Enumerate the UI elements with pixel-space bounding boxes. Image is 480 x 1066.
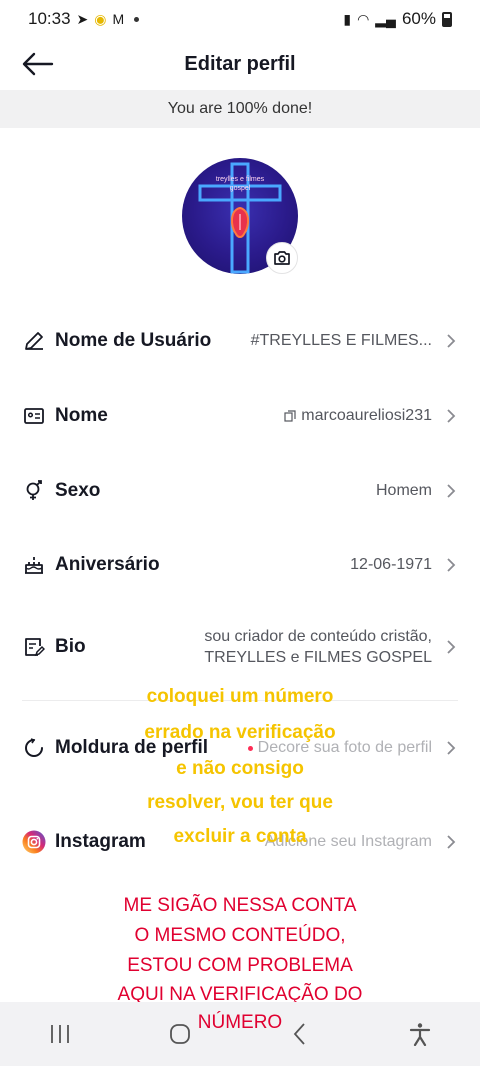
row-label: Nome de Usuário bbox=[55, 330, 212, 351]
chevron-right-icon bbox=[444, 483, 458, 499]
birthday-value: 12-06-1971 bbox=[350, 556, 432, 573]
chevron-right-icon bbox=[444, 639, 458, 655]
divider bbox=[22, 700, 458, 701]
row-bio[interactable]: Bio sou criador de conteúdo cristão, TRE… bbox=[0, 617, 480, 677]
home-icon bbox=[170, 1024, 190, 1044]
row-instagram[interactable]: Instagram Adicione seu Instagram bbox=[0, 817, 480, 867]
profile-photo[interactable]: treylles e filmes gospel bbox=[182, 158, 298, 274]
accessibility-icon bbox=[409, 1023, 431, 1046]
frame-icon bbox=[22, 736, 46, 760]
more-notifications-icon bbox=[134, 16, 140, 22]
gender-icon bbox=[22, 479, 46, 503]
camera-icon bbox=[274, 251, 290, 265]
profile-frame-value: Decore sua foto de perfil bbox=[247, 739, 432, 757]
completion-banner: You are 100% done! bbox=[0, 90, 480, 128]
overlay-caption-yellow-1: coloquei um número bbox=[146, 686, 334, 707]
name-value: marcoaureliosi231 bbox=[284, 407, 432, 425]
signal-icon: ▂▄ bbox=[375, 11, 396, 27]
home-button[interactable] bbox=[150, 1012, 210, 1056]
bio-value: sou criador de conteúdo cristão, TREYLLE… bbox=[204, 626, 432, 668]
pencil-icon bbox=[22, 329, 46, 353]
row-birthday[interactable]: Aniversário 12-06-1971 bbox=[0, 540, 480, 590]
instagram-value: Adicione seu Instagram bbox=[264, 833, 432, 850]
chevron-right-icon bbox=[444, 333, 458, 349]
avatar-caption: treylles e filmes gospel bbox=[182, 175, 298, 193]
profile-frame-value-text: Decore sua foto de perfil bbox=[257, 739, 432, 756]
bio-line-1: sou criador de conteúdo cristão, bbox=[204, 628, 432, 645]
row-label: Aniversário bbox=[55, 554, 160, 575]
back-nav-button[interactable] bbox=[270, 1012, 330, 1056]
overlay-caption-red-1: ME SIGÃO NESSA CONTA bbox=[123, 895, 357, 916]
chevron-right-icon bbox=[444, 740, 458, 756]
status-bar: 10:33 ➤ ◉ M ▮ ◠ ▂▄ 60% bbox=[0, 0, 480, 38]
battery-percent: 60% bbox=[401, 9, 436, 28]
row-label: Moldura de perfil bbox=[55, 737, 209, 758]
chevron-right-icon bbox=[444, 834, 458, 850]
row-profile-frame[interactable]: Moldura de perfil Decore sua foto de per… bbox=[0, 723, 480, 773]
gender-value: Homem bbox=[375, 482, 432, 499]
recent-apps-icon bbox=[51, 1025, 69, 1043]
chevron-right-icon bbox=[444, 557, 458, 573]
chevron-right-icon bbox=[444, 408, 458, 424]
battery-icon bbox=[442, 11, 452, 27]
name-value-text: marcoaureliosi231 bbox=[301, 407, 432, 424]
wifi-icon: ◠ bbox=[357, 11, 370, 27]
recent-apps-button[interactable] bbox=[30, 1012, 90, 1056]
row-gender[interactable]: Sexo Homem bbox=[0, 466, 480, 516]
row-label: Nome bbox=[55, 405, 108, 426]
avatar-caption-line-1: treylles e filmes bbox=[215, 176, 265, 183]
back-button[interactable] bbox=[18, 46, 58, 82]
notification-app-icon: ◉ bbox=[94, 11, 107, 27]
new-badge-dot bbox=[247, 745, 253, 751]
overlay-caption-yellow-4: resolver, vou ter que bbox=[147, 792, 333, 813]
avatar-caption-line-2: gospel bbox=[229, 185, 251, 192]
telegram-icon: ➤ bbox=[76, 11, 89, 27]
change-photo-button[interactable] bbox=[266, 242, 298, 274]
row-label: Bio bbox=[55, 636, 86, 657]
chevron-left-icon bbox=[293, 1023, 305, 1045]
status-time: 10:33 bbox=[28, 9, 71, 28]
gmail-icon: M bbox=[112, 11, 125, 27]
overlay-caption-red-3: ESTOU COM PROBLEMA bbox=[127, 955, 353, 976]
row-label: Instagram bbox=[55, 831, 146, 852]
accessibility-button[interactable] bbox=[390, 1012, 450, 1056]
username-value: #TREYLLES E FILMES... bbox=[250, 332, 432, 349]
row-username[interactable]: Nome de Usuário #TREYLLES E FILMES... bbox=[0, 316, 480, 366]
system-navigation-bar bbox=[0, 1002, 480, 1066]
cake-icon bbox=[22, 553, 46, 577]
id-card-icon bbox=[22, 404, 46, 428]
instagram-icon bbox=[22, 830, 46, 854]
copy-icon bbox=[284, 410, 296, 422]
row-name[interactable]: Nome marcoaureliosi231 bbox=[0, 391, 480, 441]
row-label: Sexo bbox=[55, 480, 101, 501]
page-title: Editar perfil bbox=[184, 52, 296, 75]
overlay-caption-red-2: O MESMO CONTEÚDO, bbox=[134, 925, 346, 946]
bio-line-2: TREYLLES e FILMES GOSPEL bbox=[204, 649, 432, 666]
header: Editar perfil bbox=[0, 38, 480, 90]
sim-icon: ▮ bbox=[343, 11, 352, 27]
edit-note-icon bbox=[22, 635, 46, 659]
arrow-left-icon bbox=[22, 52, 54, 76]
